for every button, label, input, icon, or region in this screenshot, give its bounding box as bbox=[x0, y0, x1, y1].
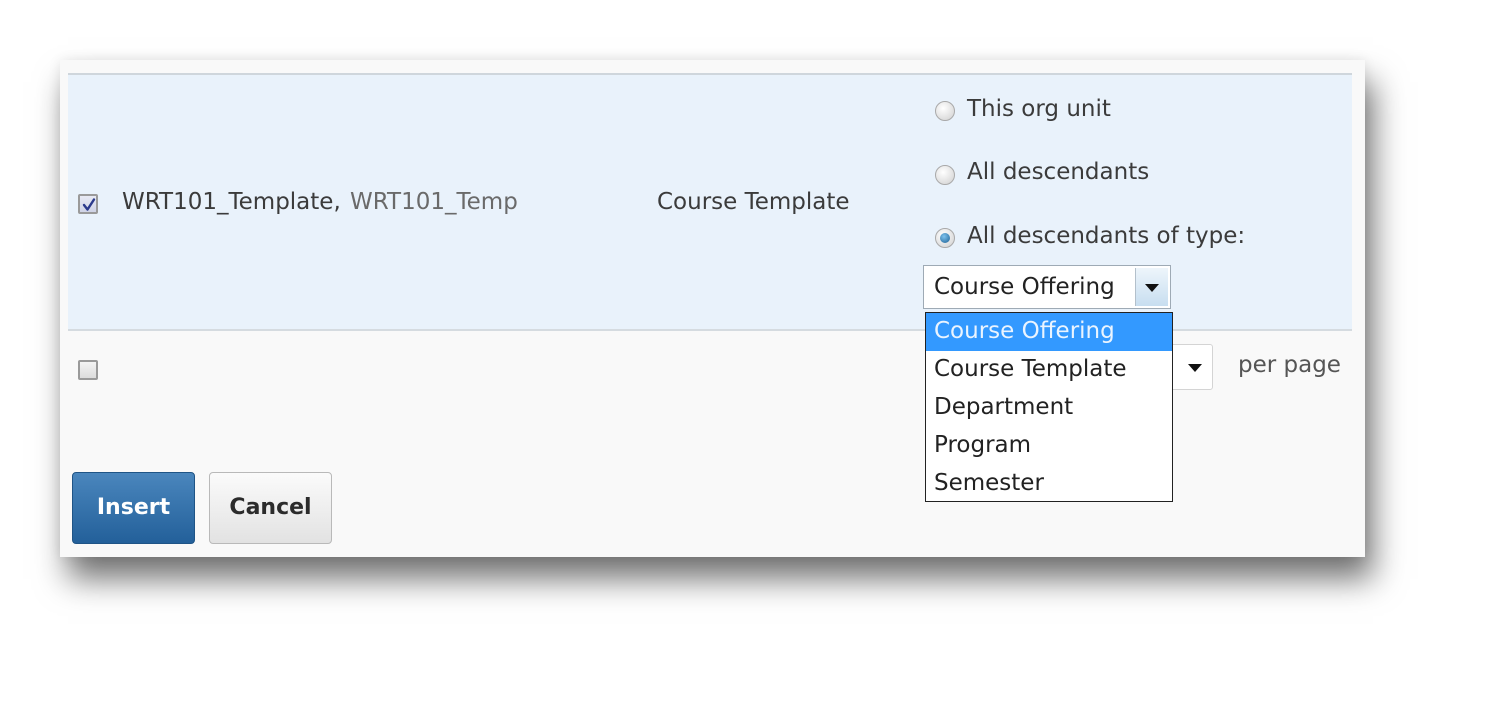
option-course-offering[interactable]: Course Offering bbox=[926, 313, 1172, 351]
select-all-checkbox[interactable] bbox=[78, 360, 98, 380]
radio-label-all-descendants-of-type: All descendants of type: bbox=[967, 223, 1246, 249]
insert-button[interactable]: Insert bbox=[72, 472, 195, 544]
check-icon bbox=[82, 198, 96, 211]
org-unit-code: WRT101_Temp bbox=[350, 189, 518, 215]
chevron-down-icon bbox=[1145, 284, 1159, 292]
radio-this-org-unit[interactable] bbox=[935, 101, 955, 121]
per-page-label: per page bbox=[1238, 352, 1341, 378]
row-checkbox[interactable] bbox=[78, 194, 98, 214]
type-select-value: Course Offering bbox=[934, 274, 1115, 300]
type-select[interactable]: Course Offering bbox=[923, 265, 1171, 309]
chevron-down-icon bbox=[1188, 364, 1202, 372]
radio-all-descendants-of-type[interactable] bbox=[935, 228, 955, 248]
radio-all-descendants[interactable] bbox=[935, 165, 955, 185]
org-unit-name: WRT101_Template, bbox=[122, 189, 341, 215]
option-semester[interactable]: Semester bbox=[926, 465, 1172, 503]
radio-label-all-descendants: All descendants bbox=[967, 159, 1150, 185]
cancel-button[interactable]: Cancel bbox=[209, 472, 332, 544]
type-select-options: Course Offering Course Template Departme… bbox=[925, 312, 1173, 502]
option-course-template[interactable]: Course Template bbox=[926, 351, 1172, 389]
option-department[interactable]: Department bbox=[926, 389, 1172, 427]
type-select-toggle[interactable] bbox=[1135, 268, 1168, 306]
org-unit-type: Course Template bbox=[657, 189, 850, 215]
option-program[interactable]: Program bbox=[926, 427, 1172, 465]
radio-label-this-org-unit: This org unit bbox=[967, 96, 1111, 122]
insert-org-unit-dialog: WRT101_Template, WRT101_Temp Course Temp… bbox=[60, 60, 1365, 557]
